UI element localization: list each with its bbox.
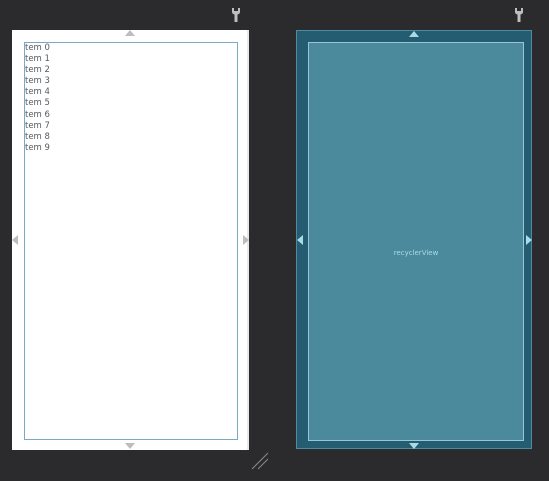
bottom-constraint-handle-icon[interactable] xyxy=(125,441,135,449)
design-surface[interactable]: tem 0 tem 1 tem 2 tem 3 tem 4 tem 5 tem … xyxy=(12,30,249,450)
list-item[interactable]: tem 3 xyxy=(25,76,50,87)
recycler-view-preview[interactable]: tem 0 tem 1 tem 2 tem 3 tem 4 tem 5 tem … xyxy=(24,42,238,440)
list-item[interactable]: tem 7 xyxy=(25,121,50,132)
list-item[interactable]: tem 4 xyxy=(25,87,50,98)
blueprint-top-constraint-handle-icon[interactable] xyxy=(409,31,419,39)
left-constraint-handle-icon[interactable] xyxy=(12,235,20,245)
right-constraint-handle-icon[interactable] xyxy=(241,235,249,245)
blueprint-surface[interactable]: recyclerView xyxy=(296,30,532,449)
list-item[interactable]: tem 1 xyxy=(25,54,50,65)
list-item[interactable]: tem 5 xyxy=(25,98,50,109)
list-item[interactable]: tem 2 xyxy=(25,65,50,76)
list-item[interactable]: tem 0 xyxy=(25,43,50,54)
list-item[interactable]: tem 9 xyxy=(25,143,50,154)
blueprint-view-label: recyclerView xyxy=(393,249,439,257)
resize-handle-icon[interactable] xyxy=(251,452,269,470)
design-settings-wrench-icon[interactable] xyxy=(228,7,244,23)
blueprint-bottom-constraint-handle-icon[interactable] xyxy=(409,441,419,449)
item-list: tem 0 tem 1 tem 2 tem 3 tem 4 tem 5 tem … xyxy=(25,43,50,154)
list-item[interactable]: tem 6 xyxy=(25,110,50,121)
blueprint-left-constraint-handle-icon[interactable] xyxy=(297,235,305,245)
top-constraint-handle-icon[interactable] xyxy=(125,30,135,38)
blueprint-settings-wrench-icon[interactable] xyxy=(511,7,527,23)
list-item[interactable]: tem 8 xyxy=(25,132,50,143)
blueprint-right-constraint-handle-icon[interactable] xyxy=(524,235,532,245)
recycler-view-blueprint[interactable]: recyclerView xyxy=(308,42,524,441)
